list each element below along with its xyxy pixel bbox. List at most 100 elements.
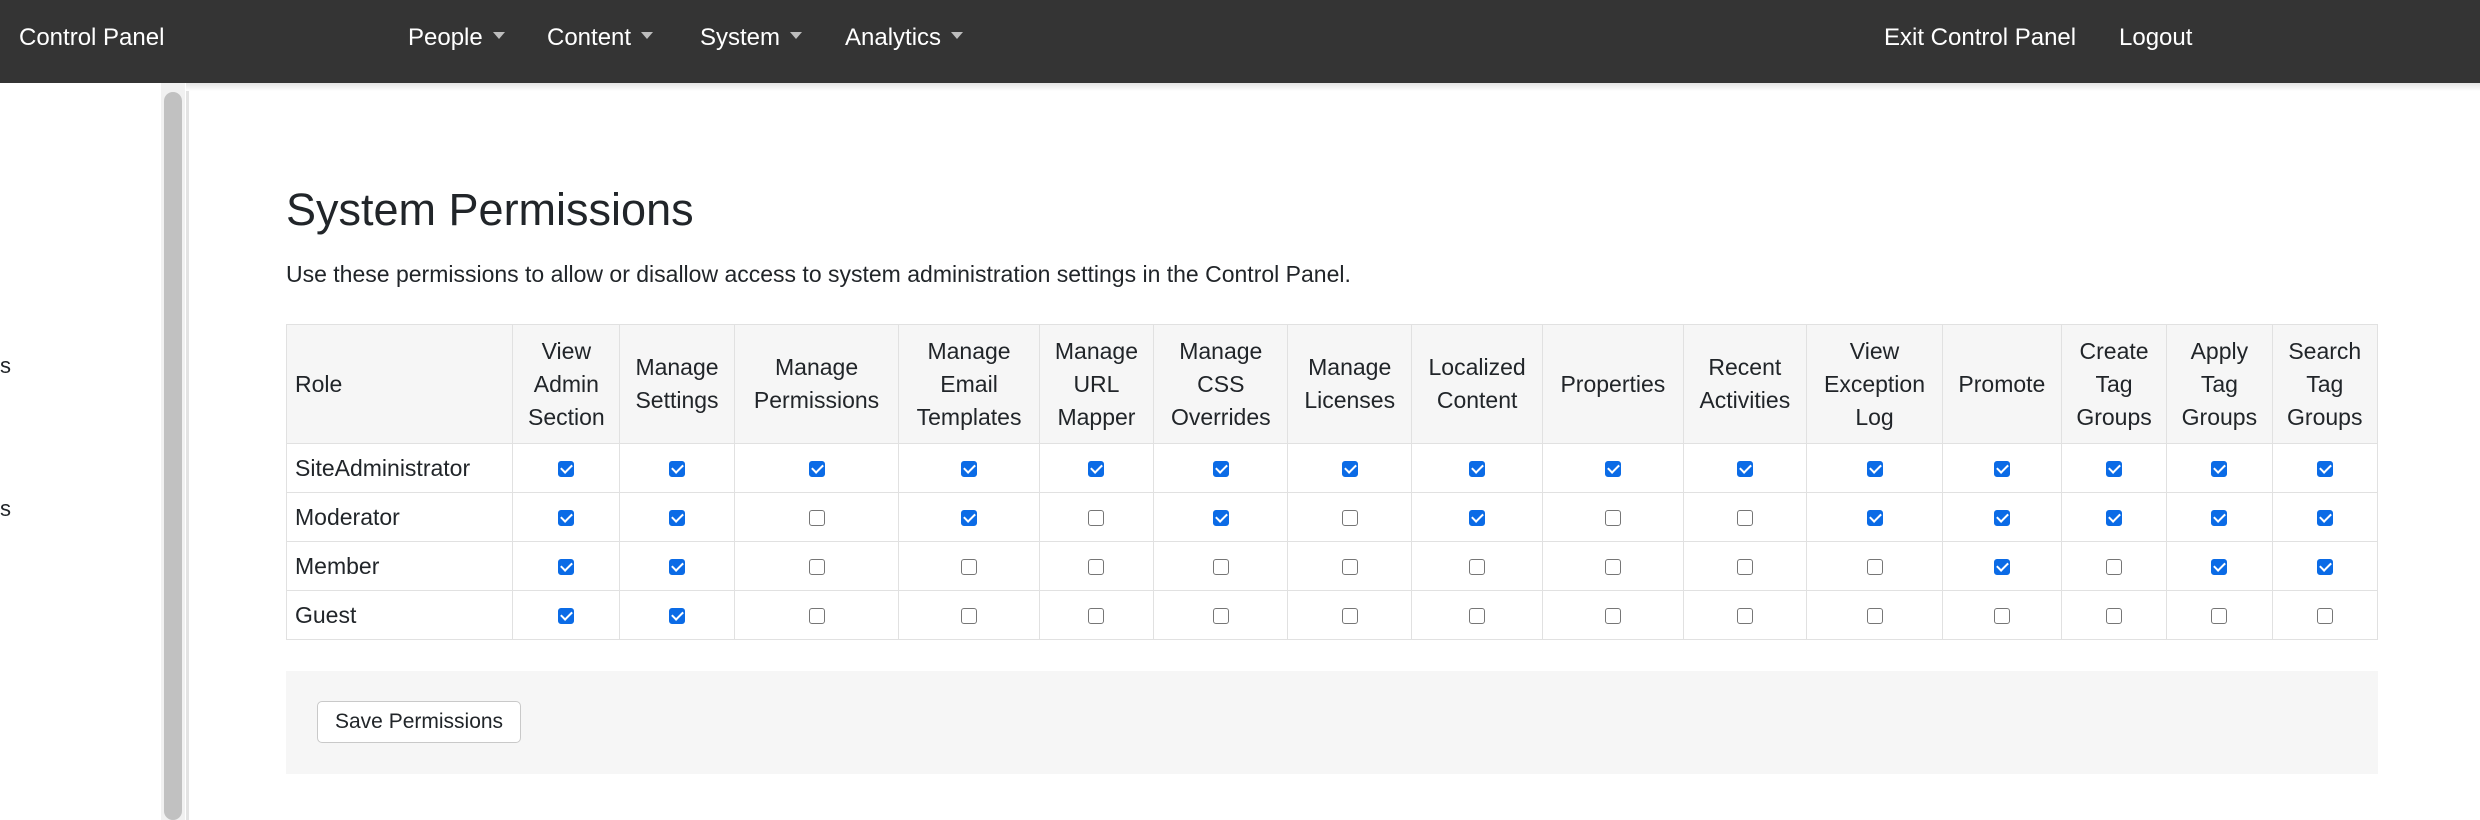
permission-checkbox-unchecked[interactable] [1736,559,1753,576]
permission-checkbox-unchecked[interactable] [808,608,825,625]
permission-cell [1682,443,1808,493]
table-row: Moderator [285,492,2379,542]
permission-column-header: Create Tag Groups [2060,324,2168,444]
permission-checkbox-checked[interactable] [1469,510,1486,527]
permission-checkbox-checked[interactable] [558,510,575,527]
header-label-line: Activities [1699,387,1791,413]
header-label-line: Promote [1958,370,2046,397]
permission-cell [1038,590,1155,640]
permission-cell [1542,492,1684,542]
permission-cell [2271,443,2379,493]
permission-cell [1542,541,1684,591]
permission-checkbox-unchecked[interactable] [1604,510,1621,527]
permission-checkbox-unchecked[interactable] [1088,608,1105,625]
permission-checkbox-unchecked[interactable] [1469,608,1486,625]
permission-checkbox-checked[interactable] [1088,461,1105,478]
header-label-line: Apply [2190,337,2249,364]
permission-checkbox-checked[interactable] [1212,461,1229,478]
permission-checkbox-unchecked[interactable] [2316,608,2333,625]
permission-checkbox-unchecked[interactable] [2106,559,2123,576]
permission-checkbox-checked[interactable] [669,608,685,625]
permission-checkbox-checked[interactable] [558,559,575,576]
permission-checkbox-checked[interactable] [669,461,685,478]
permission-checkbox-unchecked[interactable] [1469,559,1486,576]
role-column-header: Role [285,324,514,444]
menu-people[interactable]: People [408,22,505,54]
permission-checkbox-unchecked[interactable] [1866,608,1883,625]
permission-checkbox-checked[interactable] [2211,559,2228,576]
menu-people-label: People [408,24,483,51]
logout-link[interactable]: Logout [2119,22,2192,54]
navbar-shadow [186,83,2480,91]
permission-checkbox-checked[interactable] [2316,461,2333,478]
permission-checkbox-checked[interactable] [2211,461,2228,478]
permission-checkbox-unchecked[interactable] [1736,608,1753,625]
permission-checkbox-checked[interactable] [1993,510,2010,527]
save-permissions-button[interactable]: Save Permissions [317,701,522,743]
permission-checkbox-unchecked[interactable] [961,559,978,576]
header-label-line: Groups [2076,403,2152,430]
permission-checkbox-unchecked[interactable] [1088,559,1105,576]
permission-checkbox-unchecked[interactable] [1341,608,1358,625]
permission-checkbox-checked[interactable] [1736,461,1753,478]
permission-checkbox-checked[interactable] [1866,461,1883,478]
permission-checkbox-checked[interactable] [2316,510,2333,527]
permission-column-header: Apply Tag Groups [2166,324,2273,444]
permission-checkbox-unchecked[interactable] [1088,510,1105,527]
permission-checkbox-checked[interactable] [2106,510,2123,527]
permission-checkbox-checked[interactable] [808,461,825,478]
permission-checkbox-unchecked[interactable] [1212,559,1229,576]
permission-cell [1153,541,1289,591]
exit-control-panel-link[interactable]: Exit Control Panel [1884,22,2076,54]
permission-checkbox-unchecked[interactable] [808,510,825,527]
page-title: System Permissions [286,184,694,235]
sidebar-divider [186,83,189,820]
permission-checkbox-checked[interactable] [961,510,978,527]
permission-checkbox-unchecked[interactable] [1341,510,1358,527]
chevron-down-icon [641,32,654,40]
permission-cell [2060,541,2168,591]
permission-checkbox-checked[interactable] [1469,461,1486,478]
permission-checkbox-checked[interactable] [1993,461,2010,478]
sidebar-scrollbar-thumb[interactable] [164,92,182,820]
menu-analytics[interactable]: Analytics [845,22,964,54]
permission-checkbox-unchecked[interactable] [2106,608,2123,625]
permission-cell [1410,492,1544,542]
permission-checkbox-checked[interactable] [1604,461,1621,478]
permission-checkbox-checked[interactable] [669,559,685,576]
permission-checkbox-unchecked[interactable] [1866,559,1883,576]
permission-checkbox-unchecked[interactable] [1212,608,1229,625]
sidebar-item-fragment[interactable]: s [0,496,11,522]
permission-checkbox-unchecked[interactable] [961,608,978,625]
permission-checkbox-checked[interactable] [2106,461,2123,478]
permission-checkbox-checked[interactable] [2316,559,2333,576]
permission-checkbox-checked[interactable] [1993,559,2010,576]
menu-system[interactable]: System [700,22,803,54]
permission-checkbox-unchecked[interactable] [1604,608,1621,625]
permission-checkbox-checked[interactable] [1212,510,1229,527]
permission-checkbox-unchecked[interactable] [1736,510,1753,527]
menu-content[interactable]: Content [547,22,654,54]
permission-checkbox-unchecked[interactable] [1341,559,1358,576]
permission-cell [1287,541,1412,591]
permission-cell [733,492,900,542]
header-label-line: Permissions [753,387,880,413]
permission-checkbox-unchecked[interactable] [1993,608,2010,625]
header-label-line: Manage [1054,337,1139,364]
permission-checkbox-checked[interactable] [669,510,685,527]
permission-checkbox-checked[interactable] [961,461,978,478]
brand-link[interactable]: Control Panel [19,22,164,54]
permission-checkbox-checked[interactable] [1341,461,1358,478]
permission-checkbox-checked[interactable] [558,461,575,478]
sidebar-item-fragment[interactable]: s [0,353,11,379]
permission-checkbox-checked[interactable] [2211,510,2228,527]
permission-cell [1038,541,1155,591]
permission-cell [512,590,621,640]
permission-cell [2271,541,2379,591]
permission-checkbox-unchecked[interactable] [2211,608,2228,625]
permission-checkbox-unchecked[interactable] [808,559,825,576]
permission-checkbox-unchecked[interactable] [1604,559,1621,576]
permission-cell [1287,492,1412,542]
permission-checkbox-checked[interactable] [1866,510,1883,527]
permission-checkbox-checked[interactable] [558,608,575,625]
